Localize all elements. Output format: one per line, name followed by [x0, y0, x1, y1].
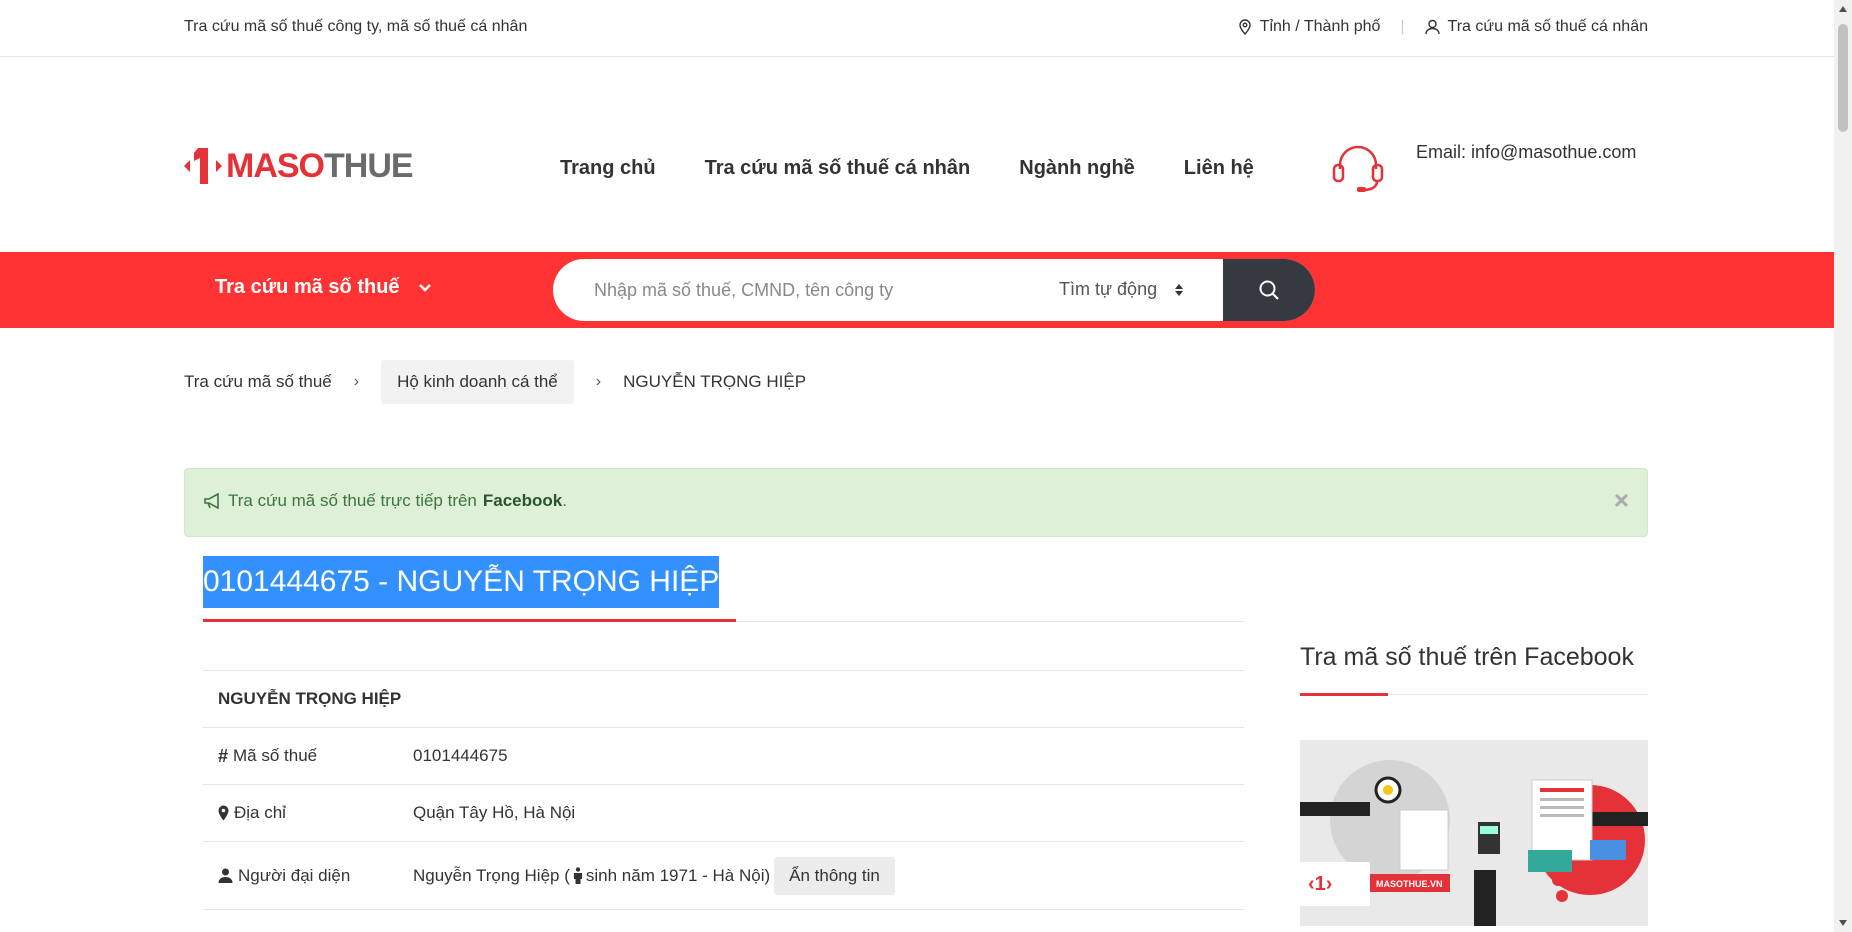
representative-value: Nguyễn Trọng Hiệp ( sinh năm 1971 - Hà N…: [413, 856, 895, 895]
search-icon: [1259, 280, 1279, 300]
search-button[interactable]: [1223, 259, 1315, 321]
tax-code-label: Mã số thuế: [233, 746, 318, 765]
user-icon: [1424, 19, 1440, 35]
search-bar: Tra cứu mã số thuế Tìm tự động: [0, 252, 1834, 328]
search-input[interactable]: [553, 259, 1033, 321]
logo-text-maso: MASO: [226, 146, 325, 185]
province-link[interactable]: Tỉnh / Thành phố: [1238, 18, 1381, 36]
representative-birth: sinh năm 1971 - Hà Nội): [585, 865, 771, 885]
page-title: 0101444675 - NGUYỄN TRỌNG HIỆP: [203, 556, 720, 608]
table-row: Người đại diện Nguyễn Trọng Hiệp ( sinh …: [203, 841, 1244, 909]
nav-contact[interactable]: Liên hệ: [1184, 157, 1254, 180]
main-nav: Trang chủ Tra cứu mã số thuế cá nhân Ngà…: [560, 157, 1254, 180]
representative-label: Người đại diện: [238, 865, 351, 885]
address-label: Địa chỉ: [234, 803, 286, 822]
table-row: # Mã số thuế 0101444675: [203, 727, 1244, 784]
facebook-promo-image[interactable]: ‹1› MASOTHUE.VN: [1300, 740, 1648, 926]
nav-personal-lookup[interactable]: Tra cứu mã số thuế cá nhân: [705, 157, 971, 180]
promo-illustration: ‹1› MASOTHUE.VN: [1300, 740, 1648, 926]
person-icon: [573, 867, 582, 884]
hide-info-button[interactable]: Ẩn thông tin: [774, 856, 895, 895]
table-row: [203, 909, 1244, 929]
scroll-down-arrow-icon[interactable]: [1839, 920, 1847, 926]
table-row: Địa chỉ Quận Tây Hồ, Hà Nội: [203, 784, 1244, 841]
personal-lookup-link[interactable]: Tra cứu mã số thuế cá nhân: [1424, 18, 1648, 36]
nav-home[interactable]: Trang chủ: [560, 157, 656, 180]
megaphone-icon: [204, 493, 219, 509]
divider: |: [1400, 18, 1405, 35]
promo-caption: MASOTHUE.VN: [1376, 879, 1443, 889]
category-label: Tra cứu mã số thuế: [215, 276, 400, 298]
search-mode-select[interactable]: Tìm tự động: [1059, 279, 1184, 300]
contact-email[interactable]: Email: info@masothue.com: [1416, 142, 1636, 163]
row-label: # Mã số thuế: [203, 746, 413, 767]
facebook-link[interactable]: Facebook: [483, 491, 562, 511]
logo-mark-icon: [184, 148, 222, 184]
alert-message: Tra cứu mã số thuế trực tiếp trên Facebo…: [204, 491, 567, 511]
facebook-alert: Tra cứu mã số thuế trực tiếp trên Facebo…: [184, 468, 1648, 537]
sidebar-underline: [1300, 693, 1388, 696]
representative-name: Nguyễn Trọng Hiệp (: [413, 865, 570, 885]
alert-text: Tra cứu mã số thuế trực tiếp trên: [228, 491, 477, 510]
logo-text-thue: THUE: [324, 146, 414, 185]
scroll-up-arrow-icon[interactable]: [1839, 6, 1847, 12]
company-info-table: NGUYỄN TRỌNG HIỆP # Mã số thuế 010144467…: [203, 670, 1244, 929]
breadcrumb-current: NGUYỄN TRỌNG HIỆP: [623, 372, 807, 391]
headset-icon: [1332, 145, 1384, 192]
title-wrapper: 0101444675 - NGUYỄN TRỌNG HIỆP: [203, 556, 1244, 622]
category-dropdown[interactable]: Tra cứu mã số thuế: [215, 276, 432, 299]
site-logo[interactable]: MASOTHUE: [184, 145, 414, 187]
svg-text:‹1›: ‹1›: [1308, 873, 1332, 895]
province-label: Tỉnh / Thành phố: [1259, 18, 1381, 35]
row-label: Địa chỉ: [203, 803, 413, 823]
sidebar-title: Tra mã số thuế trên Facebook: [1300, 643, 1634, 671]
top-bar: Tra cứu mã số thuế công ty, mã số thuế c…: [0, 0, 1834, 57]
chevron-right-icon: ›: [595, 373, 602, 390]
page-scrollbar[interactable]: [1834, 0, 1852, 932]
map-pin-icon: [1239, 19, 1251, 35]
title-underline: [203, 619, 736, 622]
alert-suffix: .: [562, 491, 567, 510]
nav-industries[interactable]: Ngành nghề: [1019, 157, 1135, 180]
breadcrumb-item[interactable]: Tra cứu mã số thuế: [184, 372, 332, 392]
map-marker-icon: [218, 805, 229, 821]
top-bar-links: Tỉnh / Thành phố | Tra cứu mã số thuế cá…: [1238, 18, 1648, 36]
address-value: Quận Tây Hồ, Hà Nội: [413, 803, 576, 822]
breadcrumb-item[interactable]: Hộ kinh doanh cá thể: [381, 360, 574, 404]
search-mode-label: Tìm tự động: [1059, 279, 1158, 299]
search-box: Tìm tự động: [553, 259, 1315, 321]
site-tagline: Tra cứu mã số thuế công ty, mã số thuế c…: [184, 18, 528, 35]
table-row: NGUYỄN TRỌNG HIỆP: [203, 670, 1244, 727]
scrollbar-thumb[interactable]: [1838, 24, 1848, 132]
tax-code-value: 0101444675: [413, 746, 508, 765]
breadcrumb: Tra cứu mã số thuế › Hộ kinh doanh cá th…: [184, 360, 806, 404]
row-label: Người đại diện: [203, 866, 413, 886]
chevron-down-icon: [418, 283, 431, 292]
page: Tra cứu mã số thuế công ty, mã số thuế c…: [0, 0, 1834, 932]
personal-lookup-label: Tra cứu mã số thuế cá nhân: [1447, 18, 1648, 35]
user-icon: [218, 868, 233, 883]
company-name: NGUYỄN TRỌNG HIỆP: [218, 689, 402, 708]
close-icon[interactable]: ×: [1614, 487, 1629, 513]
chevron-right-icon: ›: [353, 373, 360, 390]
hash-icon: #: [218, 745, 229, 766]
sort-arrows-icon: [1175, 283, 1184, 296]
